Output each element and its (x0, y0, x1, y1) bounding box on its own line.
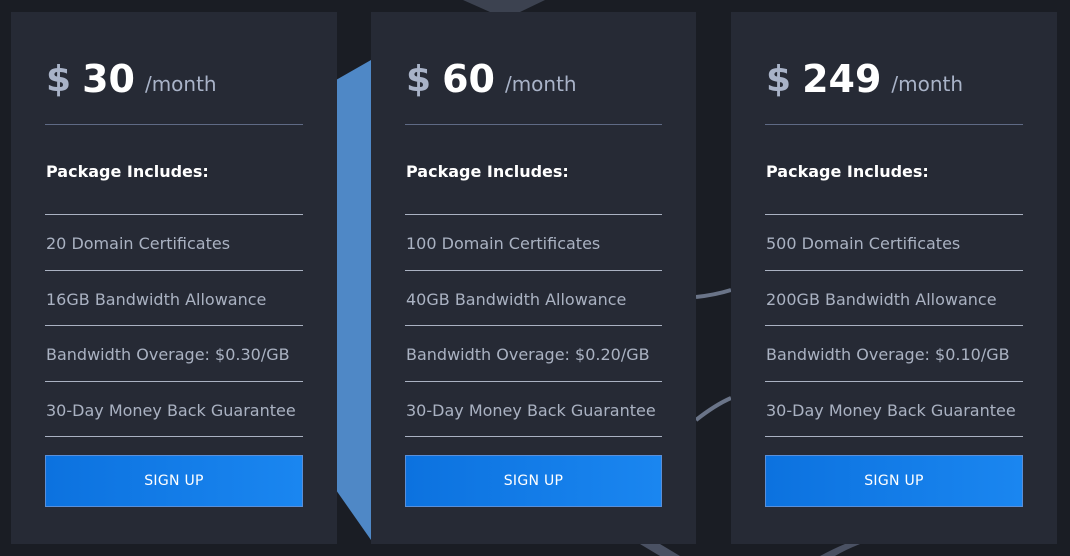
feature-item: 40GB Bandwidth Allowance (405, 271, 662, 326)
price-row: $ 60 /month (405, 12, 662, 125)
price-amount: 60 (442, 57, 495, 101)
billing-period: /month (144, 72, 217, 96)
pricing-section: $ 30 /month Package Includes: 20 Domain … (0, 0, 1070, 556)
package-includes-heading: Package Includes: (405, 125, 662, 215)
price-row: $ 30 /month (45, 12, 303, 125)
feature-item: 30-Day Money Back Guarantee (405, 382, 662, 437)
feature-item: Bandwidth Overage: $0.20/GB (405, 326, 662, 382)
feature-item: 20 Domain Certificates (45, 215, 303, 271)
currency-symbol: $ (46, 59, 72, 100)
sign-up-button[interactable]: SIGN UP (45, 455, 303, 507)
price-row: $ 249 /month (765, 12, 1023, 125)
pricing-card-basic: $ 30 /month Package Includes: 20 Domain … (11, 12, 337, 544)
currency-symbol: $ (406, 59, 432, 100)
billing-period: /month (891, 72, 964, 96)
price-amount: 249 (802, 57, 882, 101)
package-includes-heading: Package Includes: (45, 125, 303, 215)
currency-symbol: $ (766, 59, 792, 100)
feature-item: 100 Domain Certificates (405, 215, 662, 271)
feature-item: 200GB Bandwidth Allowance (765, 271, 1023, 326)
feature-list: 500 Domain Certificates 200GB Bandwidth … (765, 215, 1023, 437)
billing-period: /month (504, 72, 577, 96)
feature-item: 30-Day Money Back Guarantee (45, 382, 303, 437)
sign-up-button[interactable]: SIGN UP (405, 455, 662, 507)
feature-item: 30-Day Money Back Guarantee (765, 382, 1023, 437)
sign-up-button[interactable]: SIGN UP (765, 455, 1023, 507)
feature-item: 500 Domain Certificates (765, 215, 1023, 271)
feature-list: 20 Domain Certificates 16GB Bandwidth Al… (45, 215, 303, 437)
feature-item: Bandwidth Overage: $0.30/GB (45, 326, 303, 382)
package-includes-heading: Package Includes: (765, 125, 1023, 215)
pricing-card-premium: $ 249 /month Package Includes: 500 Domai… (731, 12, 1057, 544)
price-amount: 30 (82, 57, 135, 101)
feature-item: 16GB Bandwidth Allowance (45, 271, 303, 326)
feature-list: 100 Domain Certificates 40GB Bandwidth A… (405, 215, 662, 437)
pricing-card-standard: $ 60 /month Package Includes: 100 Domain… (371, 12, 696, 544)
feature-item: Bandwidth Overage: $0.10/GB (765, 326, 1023, 382)
